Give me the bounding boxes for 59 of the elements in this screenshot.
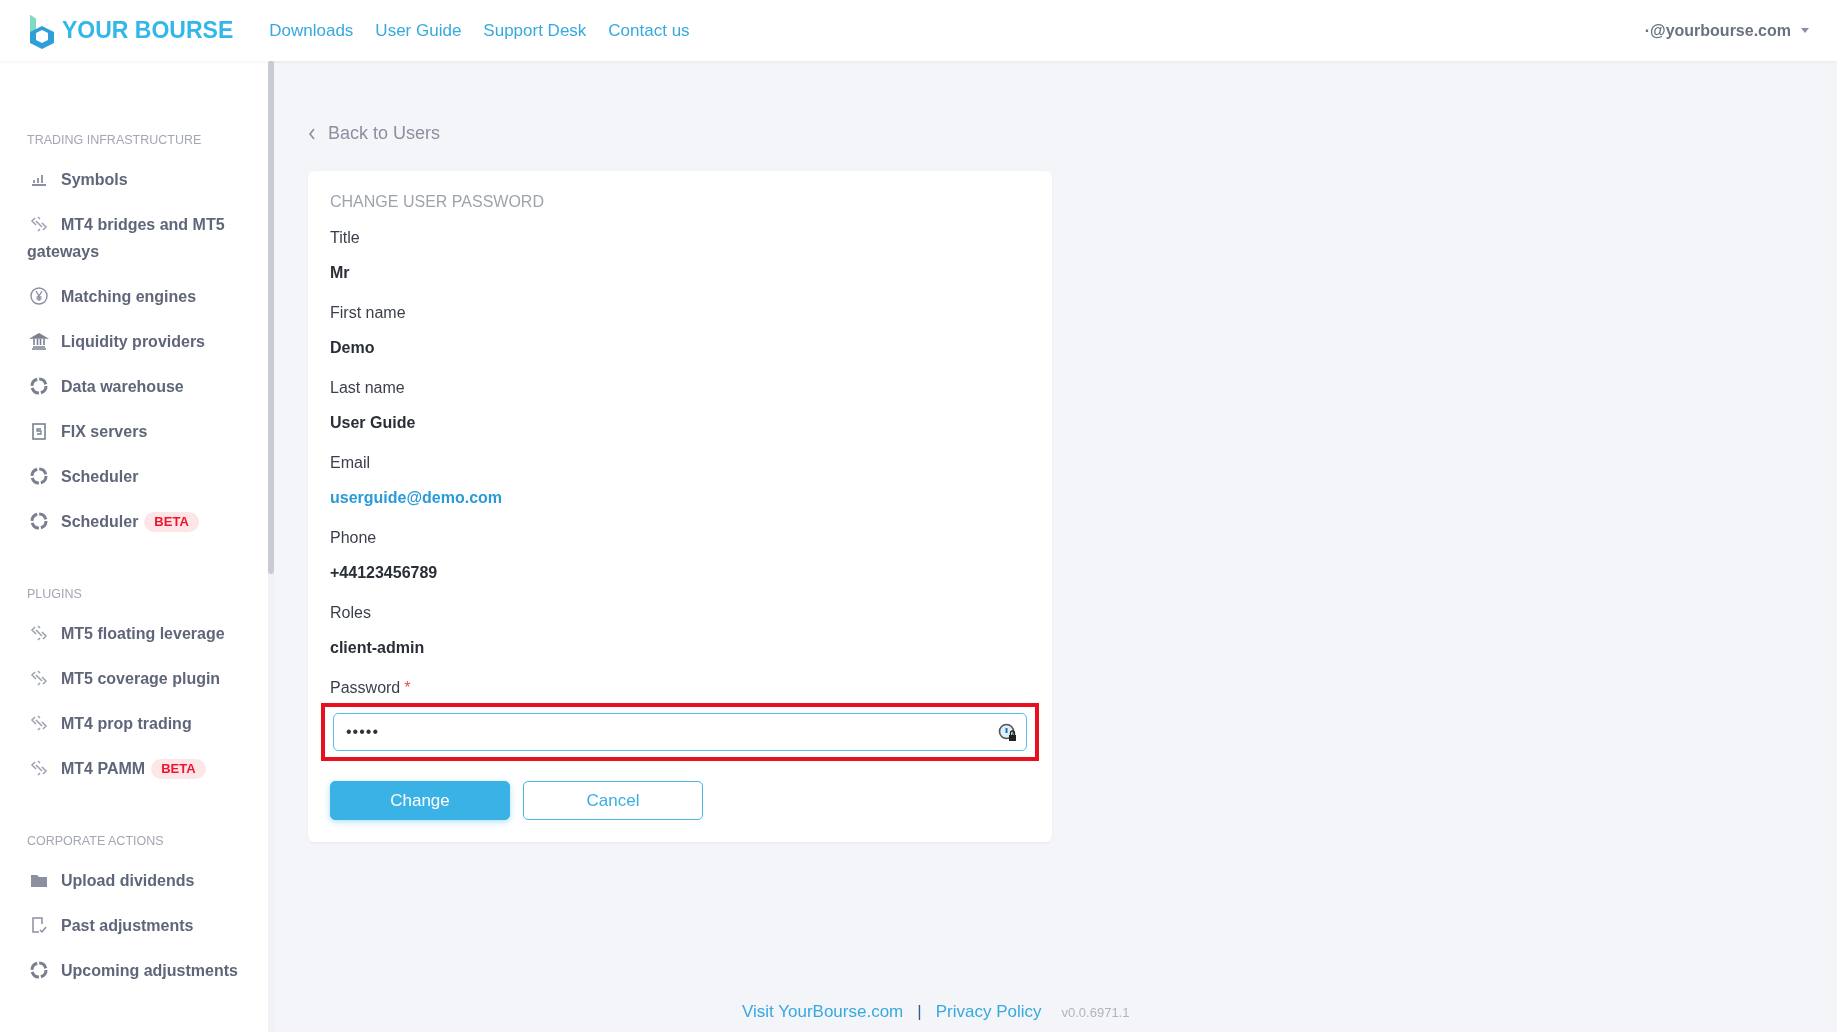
field-label: Phone (330, 529, 378, 547)
sidebar-item[interactable]: FIX servers (27, 409, 268, 454)
link-icon (29, 668, 49, 688)
beta-badge: BETA (144, 512, 199, 532)
version-label: v0.0.6971.1 (1061, 1005, 1130, 1020)
sidebar-item[interactable]: Liquidity providers (27, 319, 268, 364)
ring-icon (29, 960, 49, 980)
bank-icon (29, 331, 49, 351)
section-heading: CORPORATE ACTIONS (27, 834, 165, 848)
password-field[interactable]: ••••• (333, 713, 1027, 751)
field-label: Title (330, 229, 361, 247)
section-heading: TRADING INFRASTRUCTURE (27, 133, 203, 147)
link-icon (29, 214, 49, 234)
link-icon (29, 623, 49, 643)
field-label: Roles (330, 604, 372, 622)
account-menu[interactable]: ·@yourbourse.com (1644, 21, 1791, 40)
field-label: Email (330, 454, 371, 472)
server-icon (29, 421, 49, 441)
separator: | (917, 1002, 922, 1022)
sidebar-item[interactable]: Matching engines (27, 274, 268, 319)
password-manager-icon[interactable] (998, 723, 1017, 742)
field-value: +44123456789 (330, 564, 439, 582)
sidebar-item[interactable]: Data warehouse (27, 364, 268, 409)
sidebar-item[interactable]: MT5 floating leverage (27, 611, 268, 656)
field-value: Demo (330, 339, 376, 357)
field-label: Last name (330, 379, 406, 397)
card-title: CHANGE USER PASSWORD (330, 193, 545, 211)
link-icon (29, 758, 49, 778)
caret-icon[interactable] (1801, 28, 1809, 33)
ring-icon (29, 511, 49, 531)
beta-badge: BETA (151, 759, 206, 779)
scrollbar-thumb[interactable] (268, 61, 274, 574)
sidebar-item[interactable]: Scheduler (27, 454, 268, 499)
back-link[interactable]: Back to Users (328, 123, 441, 144)
sidebar-item[interactable]: Symbols (27, 157, 268, 202)
yen-icon (29, 286, 49, 306)
sidebar-item[interactable]: MT4 PAMM BETA (27, 746, 268, 791)
chevron-left-icon[interactable] (308, 127, 316, 140)
ring-icon (29, 466, 49, 486)
email-link[interactable]: userguide@demo.com (330, 489, 1030, 507)
brand-name: YOUR BOURSE (62, 17, 234, 44)
sidebar-item[interactable]: MT4 bridges and MT5 gateways (27, 202, 268, 274)
field-label: First name (330, 304, 407, 322)
sidebar-item[interactable]: Upload dividends (27, 858, 268, 903)
ring-icon (29, 376, 49, 396)
field-label: Password (330, 679, 401, 696)
sidebar-item[interactable]: MT4 prop trading (27, 701, 268, 746)
field-value: client-admin (330, 639, 426, 657)
sidebar-item[interactable]: Scheduler BETA (27, 499, 268, 544)
field-value: Mr (330, 264, 351, 282)
required-mark: * (404, 679, 411, 696)
sidebar-item[interactable]: Past adjustments (27, 903, 268, 948)
sidebar-item[interactable]: Upcoming adjustments (27, 948, 268, 993)
field-value: User Guide (330, 414, 417, 432)
link-icon (29, 713, 49, 733)
sidebar-item[interactable]: MT5 coverage plugin (27, 656, 268, 701)
doc-icon (29, 915, 49, 935)
section-heading: PLUGINS (27, 587, 83, 601)
logo-icon (28, 12, 56, 49)
